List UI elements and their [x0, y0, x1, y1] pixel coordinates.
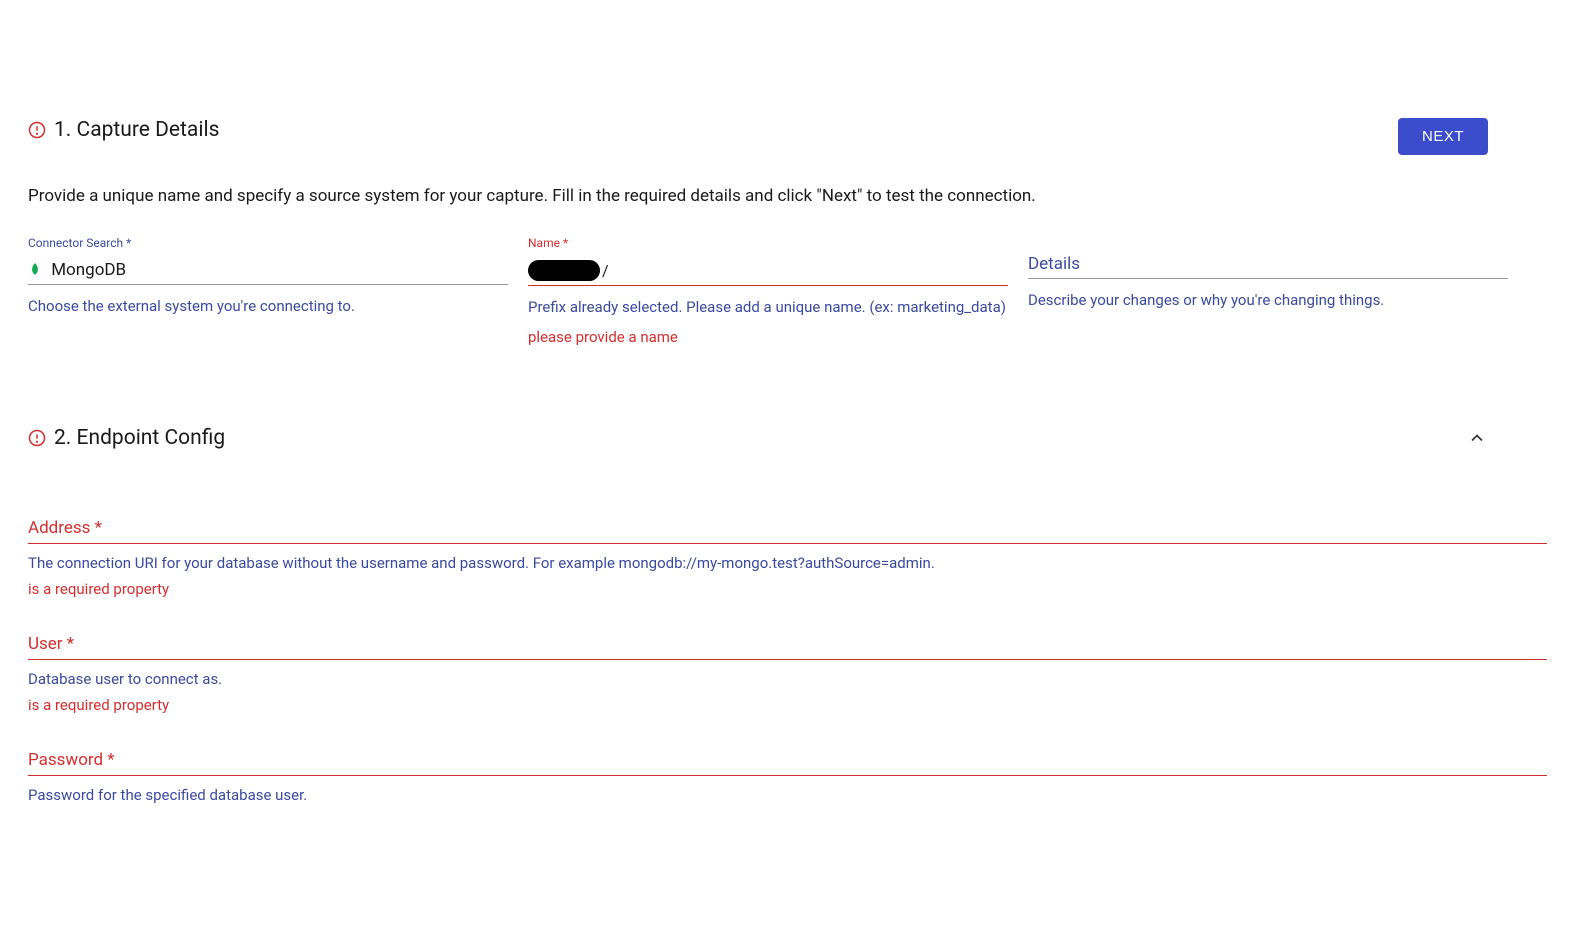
password-helper: Password for the specified database user… [28, 786, 1547, 804]
section-1-title: 1. Capture Details [54, 118, 219, 142]
details-input[interactable]: Details [1028, 236, 1508, 279]
name-field: Name * / Prefix already selected. Please… [528, 236, 1008, 347]
mongodb-icon [28, 260, 43, 280]
user-error: is a required property [28, 696, 1547, 714]
chevron-up-icon[interactable] [1467, 428, 1487, 448]
details-field: Details Describe your changes or why you… [1028, 236, 1508, 347]
address-field: Address * The connection URI for your da… [28, 518, 1547, 598]
name-helper: Prefix already selected. Please add a un… [528, 296, 1008, 319]
name-input[interactable]: / [528, 254, 1008, 286]
user-helper: Database user to connect as. [28, 670, 1547, 688]
name-slash: / [602, 261, 609, 280]
user-field: User * Database user to connect as. is a… [28, 634, 1547, 714]
details-helper: Describe your changes or why you're chan… [1028, 289, 1508, 312]
section-2-header[interactable]: 2. Endpoint Config [28, 426, 1547, 450]
next-button[interactable]: NEXT [1398, 118, 1488, 155]
password-input[interactable] [28, 772, 1547, 776]
name-prefix-redacted [528, 260, 600, 281]
connector-value: MongoDB [51, 260, 508, 280]
address-error: is a required property [28, 580, 1547, 598]
address-helper: The connection URI for your database wit… [28, 554, 1547, 572]
section-1-header[interactable]: 1. Capture Details [28, 118, 1547, 142]
password-label: Password * [28, 750, 1547, 770]
connector-field: Connector Search * MongoDB Choose the ex… [28, 236, 508, 347]
address-input[interactable] [28, 540, 1547, 544]
name-label: Name * [528, 236, 1008, 250]
error-icon [28, 429, 46, 447]
connector-input[interactable]: MongoDB [28, 254, 508, 285]
name-error: please provide a name [528, 328, 1008, 346]
error-icon [28, 121, 46, 139]
user-input[interactable] [28, 656, 1547, 660]
details-placeholder: Details [1028, 254, 1080, 274]
connector-helper: Choose the external system you're connec… [28, 295, 508, 318]
password-field: Password * Password for the specified da… [28, 750, 1547, 804]
section-1-description: Provide a unique name and specify a sour… [28, 184, 1547, 210]
connector-label: Connector Search * [28, 236, 508, 250]
section-2-title: 2. Endpoint Config [54, 426, 225, 450]
address-label: Address * [28, 518, 1547, 538]
user-label: User * [28, 634, 1547, 654]
